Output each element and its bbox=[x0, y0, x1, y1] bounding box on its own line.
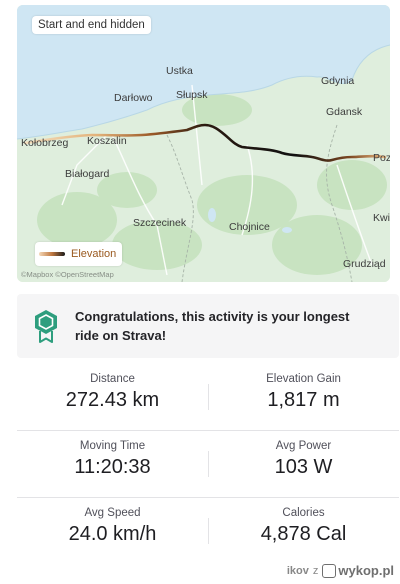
place-label: Darłowo bbox=[114, 92, 153, 104]
watermark-separator: z bbox=[312, 564, 319, 577]
stat-moving-time: Moving Time 11:20:38 bbox=[17, 431, 208, 497]
start-end-hidden-badge: Start and end hidden bbox=[32, 16, 151, 34]
elevation-gradient-swatch bbox=[39, 252, 65, 256]
stat-value: 1,817 m bbox=[267, 389, 340, 411]
stat-label: Elevation Gain bbox=[266, 373, 341, 385]
column-divider bbox=[208, 384, 209, 410]
stat-elevation-gain: Elevation Gain 1,817 m bbox=[208, 364, 399, 430]
stat-value: 11:20:38 bbox=[74, 456, 151, 478]
place-label: Pozeu bbox=[373, 152, 390, 164]
watermark: ikov z wykop.pl bbox=[287, 563, 394, 578]
column-divider bbox=[208, 451, 209, 477]
place-label: Ustka bbox=[166, 65, 193, 77]
stats-row: Avg Speed 24.0 km/h Calories 4,878 Cal bbox=[17, 498, 399, 565]
place-label: Chojnice bbox=[229, 221, 270, 233]
elevation-legend[interactable]: Elevation bbox=[35, 242, 123, 266]
place-label: Gdynia bbox=[321, 75, 355, 87]
stat-avg-power: Avg Power 103 W bbox=[208, 431, 399, 497]
place-label: Szczecinek bbox=[133, 217, 187, 229]
stat-label: Avg Speed bbox=[84, 507, 141, 519]
place-label: Kołobrzeg bbox=[21, 137, 69, 149]
stat-label: Moving Time bbox=[79, 440, 146, 452]
place-label: Słupsk bbox=[176, 89, 208, 101]
column-divider bbox=[208, 518, 209, 544]
stat-label: Distance bbox=[90, 373, 135, 385]
map-canvas bbox=[17, 5, 390, 282]
elevation-legend-label: Elevation bbox=[71, 248, 117, 260]
place-label: Gdansk bbox=[326, 106, 363, 118]
place-label: Grudziąd bbox=[343, 258, 386, 270]
stat-value: 103 W bbox=[274, 456, 333, 478]
map-attribution: ©Mapbox ©OpenStreetMap bbox=[21, 270, 114, 279]
route-map[interactable]: Ustka Gdynia Darłowo Słupsk Gdansk Kołob… bbox=[17, 5, 390, 282]
stat-label: Avg Power bbox=[275, 440, 332, 452]
stat-value: 4,878 Cal bbox=[260, 523, 347, 545]
watermark-site: wykop.pl bbox=[338, 563, 394, 578]
stat-value: 24.0 km/h bbox=[68, 523, 157, 545]
notice-message: Congratulations, this activity is your l… bbox=[75, 309, 350, 343]
stat-distance: Distance 272.43 km bbox=[17, 364, 208, 430]
watermark-logo: wykop.pl bbox=[322, 563, 394, 578]
wykop-logo-icon bbox=[322, 563, 337, 578]
stat-label: Calories bbox=[282, 507, 325, 519]
place-label: Kwi bbox=[373, 212, 390, 224]
stat-avg-speed: Avg Speed 24.0 km/h bbox=[17, 498, 208, 565]
watermark-user: ikov bbox=[286, 564, 309, 577]
place-label: Koszalin bbox=[87, 135, 127, 147]
stat-calories: Calories 4,878 Cal bbox=[208, 498, 399, 565]
place-label: Białogard bbox=[65, 168, 110, 180]
achievement-badge-icon bbox=[35, 310, 57, 343]
activity-stats: Distance 272.43 km Elevation Gain 1,817 … bbox=[17, 364, 399, 565]
stat-value: 272.43 km bbox=[65, 389, 160, 411]
longest-ride-notice: Congratulations, this activity is your l… bbox=[17, 294, 399, 358]
stats-row: Moving Time 11:20:38 Avg Power 103 W bbox=[17, 431, 399, 498]
stats-row: Distance 272.43 km Elevation Gain 1,817 … bbox=[17, 364, 399, 431]
